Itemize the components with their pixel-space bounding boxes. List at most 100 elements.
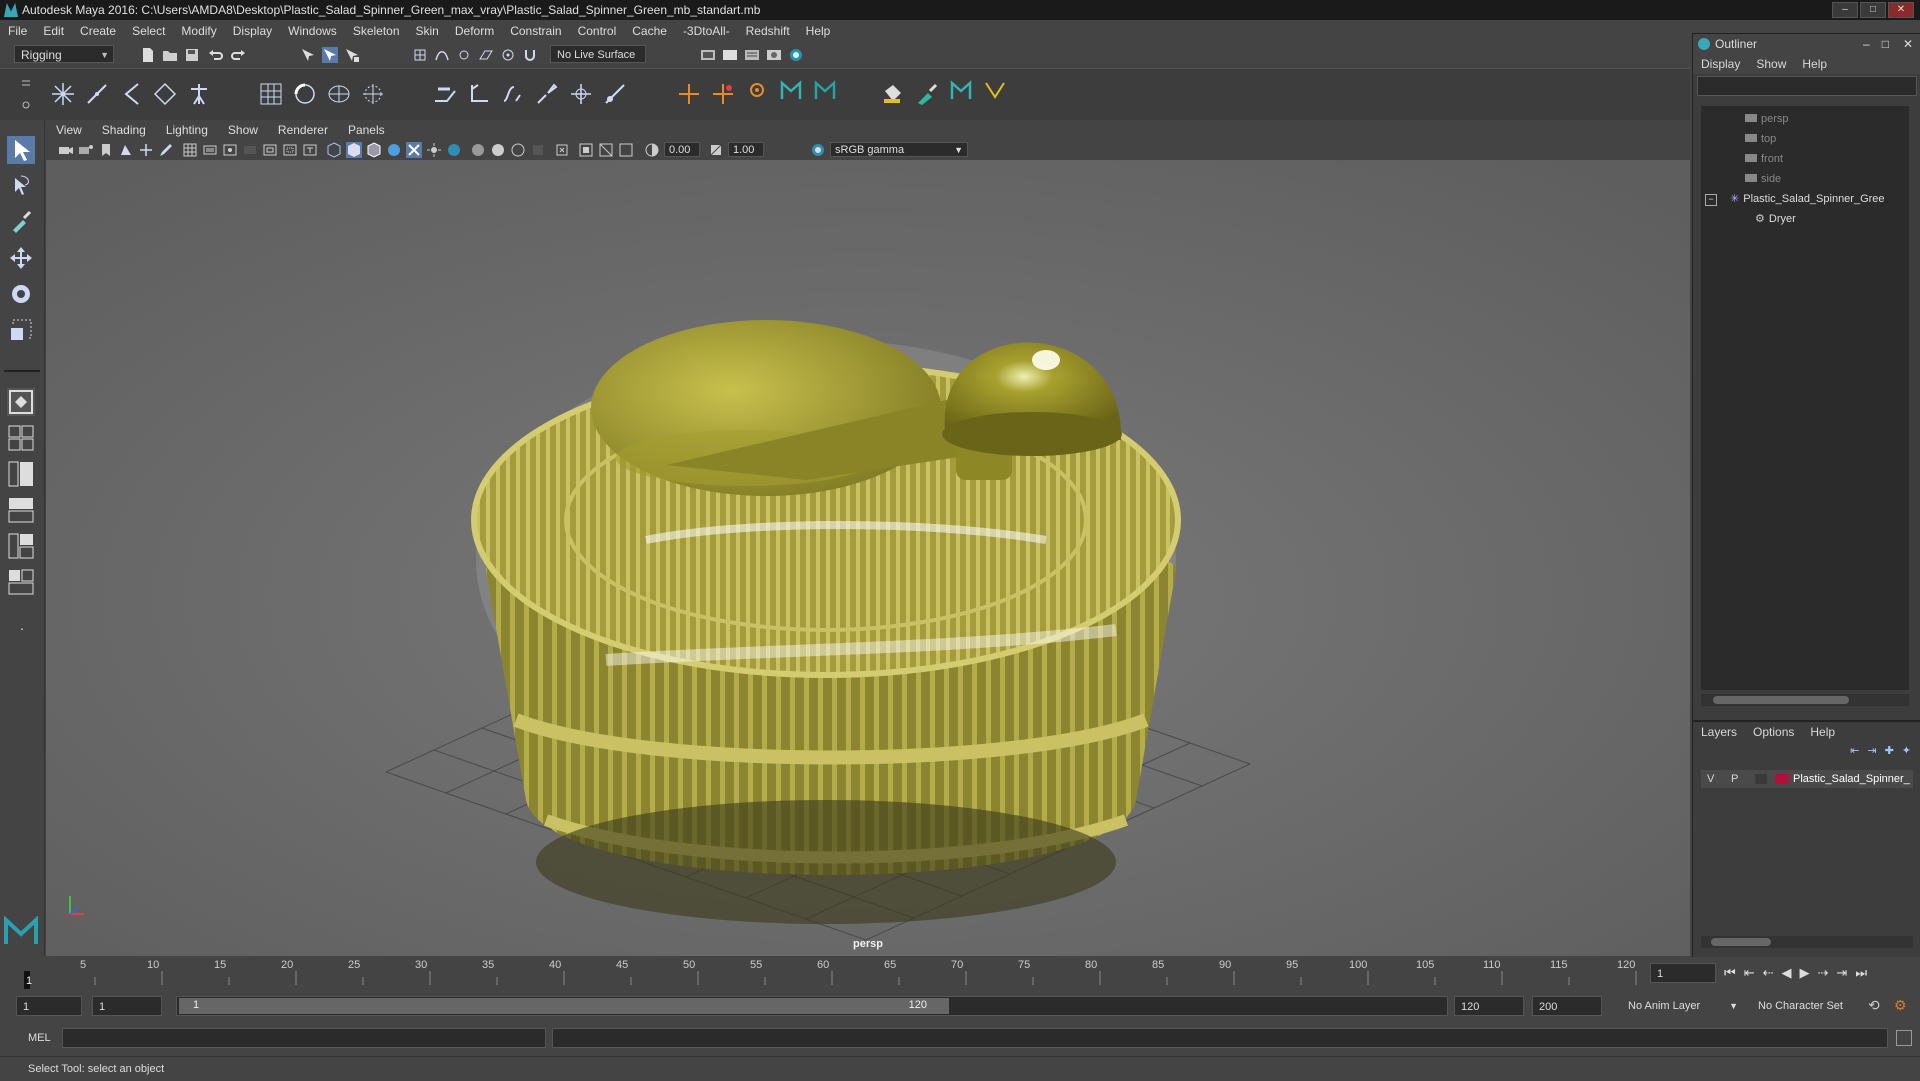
create-layer-from-selected-icon[interactable]: ✦ bbox=[1902, 744, 1911, 757]
outliner-minimize-icon[interactable]: – bbox=[1857, 37, 1876, 51]
step-forward-frame-icon[interactable]: ⇢ bbox=[1818, 965, 1829, 981]
outliner-item-top[interactable]: top bbox=[1745, 130, 1776, 148]
panel-menu-renderer[interactable]: Renderer bbox=[268, 123, 338, 137]
select-tool-icon[interactable] bbox=[7, 136, 35, 164]
layer-menu-layers[interactable]: Layers bbox=[1693, 725, 1745, 739]
humanik-icon[interactable] bbox=[186, 81, 212, 107]
shelf-options-icon[interactable] bbox=[20, 75, 32, 113]
range-slider-handle[interactable]: 1 120 bbox=[179, 998, 949, 1014]
xray-icon[interactable] bbox=[554, 142, 570, 158]
panel-menu-lighting[interactable]: Lighting bbox=[156, 123, 218, 137]
panel-menu-panels[interactable]: Panels bbox=[338, 123, 395, 137]
detach-skin-icon[interactable] bbox=[500, 81, 526, 107]
four-pane-layout-icon[interactable] bbox=[7, 424, 35, 452]
locator-icon[interactable] bbox=[676, 81, 702, 107]
lasso-tool-icon[interactable] bbox=[7, 172, 35, 200]
character-set-dropdown[interactable]: No Character Set bbox=[1752, 996, 1862, 1016]
outliner-item-persp[interactable]: persp bbox=[1745, 110, 1789, 128]
open-scene-icon[interactable] bbox=[162, 47, 178, 63]
film-gate-icon[interactable] bbox=[202, 142, 218, 158]
snap-grid-icon[interactable] bbox=[412, 47, 428, 63]
redshift-light-icon[interactable] bbox=[778, 77, 804, 103]
bookmark-icon[interactable] bbox=[98, 142, 114, 158]
layer-scroll-thumb[interactable] bbox=[1711, 938, 1771, 946]
mirror-joint-icon[interactable] bbox=[152, 81, 178, 107]
wrap-deformer-icon[interactable] bbox=[326, 81, 352, 107]
layer-menu-help[interactable]: Help bbox=[1802, 725, 1843, 739]
snap-magnet-icon[interactable] bbox=[522, 47, 538, 63]
playback-end-field[interactable]: 120 bbox=[1454, 996, 1524, 1016]
use-all-lights-icon[interactable] bbox=[406, 142, 422, 158]
maximize-button[interactable]: □ bbox=[1860, 2, 1886, 18]
exposure-icon[interactable] bbox=[644, 142, 660, 158]
field-chart-icon[interactable] bbox=[262, 142, 278, 158]
outliner-item-front[interactable]: front bbox=[1745, 150, 1783, 168]
menu-skin[interactable]: Skin bbox=[408, 24, 447, 38]
persp-graph-layout-icon[interactable] bbox=[7, 496, 35, 524]
menu-file[interactable]: File bbox=[0, 24, 35, 38]
wireframe-icon[interactable] bbox=[326, 142, 342, 158]
menu-edit[interactable]: Edit bbox=[35, 24, 72, 38]
layer-playback-toggle[interactable]: P bbox=[1731, 770, 1738, 788]
panel-menu-shading[interactable]: Shading bbox=[92, 123, 156, 137]
viewport-persp[interactable]: persp bbox=[46, 160, 1690, 956]
paint-weights-icon[interactable] bbox=[534, 81, 560, 107]
outliner-search-input[interactable] bbox=[1697, 76, 1917, 96]
exposure-field[interactable]: 0.00 bbox=[664, 142, 700, 157]
menu-redshift[interactable]: Redshift bbox=[738, 24, 798, 38]
sculpt-deformer-icon[interactable] bbox=[360, 81, 386, 107]
menu-create[interactable]: Create bbox=[72, 24, 124, 38]
outliner-horizontal-scrollbar[interactable] bbox=[1701, 694, 1909, 706]
outliner-maximize-icon[interactable]: □ bbox=[1876, 37, 1895, 51]
layer-color-swatch[interactable] bbox=[1775, 774, 1789, 784]
lattice-icon[interactable] bbox=[258, 81, 284, 107]
menu-control[interactable]: Control bbox=[570, 24, 625, 38]
menu-windows[interactable]: Windows bbox=[280, 24, 345, 38]
gamma-icon[interactable] bbox=[708, 142, 724, 158]
safe-title-icon[interactable] bbox=[302, 142, 318, 158]
multisample-aa-icon[interactable] bbox=[490, 142, 506, 158]
go-to-start-icon[interactable]: ⏮ bbox=[1724, 965, 1736, 981]
outliner-menu-display[interactable]: Display bbox=[1693, 57, 1748, 71]
xray-components-icon[interactable] bbox=[598, 142, 614, 158]
range-slider[interactable]: 1 120 bbox=[176, 996, 1448, 1016]
render-globe-icon[interactable] bbox=[788, 47, 804, 63]
play-forward-icon[interactable]: ▶ bbox=[1800, 965, 1810, 981]
menu-display[interactable]: Display bbox=[225, 24, 280, 38]
gate-mask-icon[interactable] bbox=[242, 142, 258, 158]
move-layer-down-icon[interactable]: ⇥ bbox=[1867, 744, 1876, 757]
step-forward-key-icon[interactable]: ⇥ bbox=[1836, 965, 1847, 981]
add-influence-icon[interactable] bbox=[568, 81, 594, 107]
snap-curve-icon[interactable] bbox=[434, 47, 450, 63]
smooth-bind-icon[interactable] bbox=[432, 81, 458, 107]
paint-bucket-icon[interactable] bbox=[880, 81, 906, 107]
save-scene-icon[interactable] bbox=[184, 47, 200, 63]
image-plane-icon[interactable] bbox=[118, 142, 134, 158]
animation-start-field[interactable]: 1 bbox=[16, 996, 82, 1016]
point-constraint-icon[interactable] bbox=[710, 81, 736, 107]
hypershade-icon[interactable] bbox=[766, 47, 782, 63]
menu-select[interactable]: Select bbox=[124, 24, 173, 38]
render-frame-icon[interactable] bbox=[700, 47, 716, 63]
step-back-key-icon[interactable]: ⇤ bbox=[1744, 965, 1755, 981]
redshift-dome-icon[interactable] bbox=[812, 77, 838, 103]
grid-toggle-icon[interactable] bbox=[182, 142, 198, 158]
command-language-toggle[interactable]: MEL bbox=[28, 1032, 51, 1044]
safe-action-icon[interactable] bbox=[282, 142, 298, 158]
collapse-icon[interactable]: − bbox=[1705, 194, 1717, 206]
live-surface-field[interactable]: No Live Surface bbox=[550, 45, 646, 63]
create-empty-layer-icon[interactable]: ✚ bbox=[1885, 744, 1894, 757]
ipr-render-icon[interactable] bbox=[722, 47, 738, 63]
move-layer-up-icon[interactable]: ⇤ bbox=[1850, 744, 1859, 757]
playback-start-field[interactable]: 1 bbox=[92, 996, 162, 1016]
animation-prefs-icon[interactable]: ⚙ bbox=[1894, 997, 1907, 1014]
backface-culling-icon[interactable] bbox=[618, 142, 634, 158]
redo-icon[interactable] bbox=[230, 47, 246, 63]
isolate-select-icon[interactable] bbox=[530, 142, 546, 158]
screen-space-ao-icon[interactable] bbox=[446, 142, 462, 158]
auto-key-icon[interactable]: ⟲ bbox=[1868, 997, 1880, 1014]
scale-tool-icon[interactable] bbox=[7, 316, 35, 344]
layer-display-type[interactable] bbox=[1755, 774, 1767, 784]
menu-modify[interactable]: Modify bbox=[173, 24, 224, 38]
layer-menu-options[interactable]: Options bbox=[1745, 725, 1802, 739]
